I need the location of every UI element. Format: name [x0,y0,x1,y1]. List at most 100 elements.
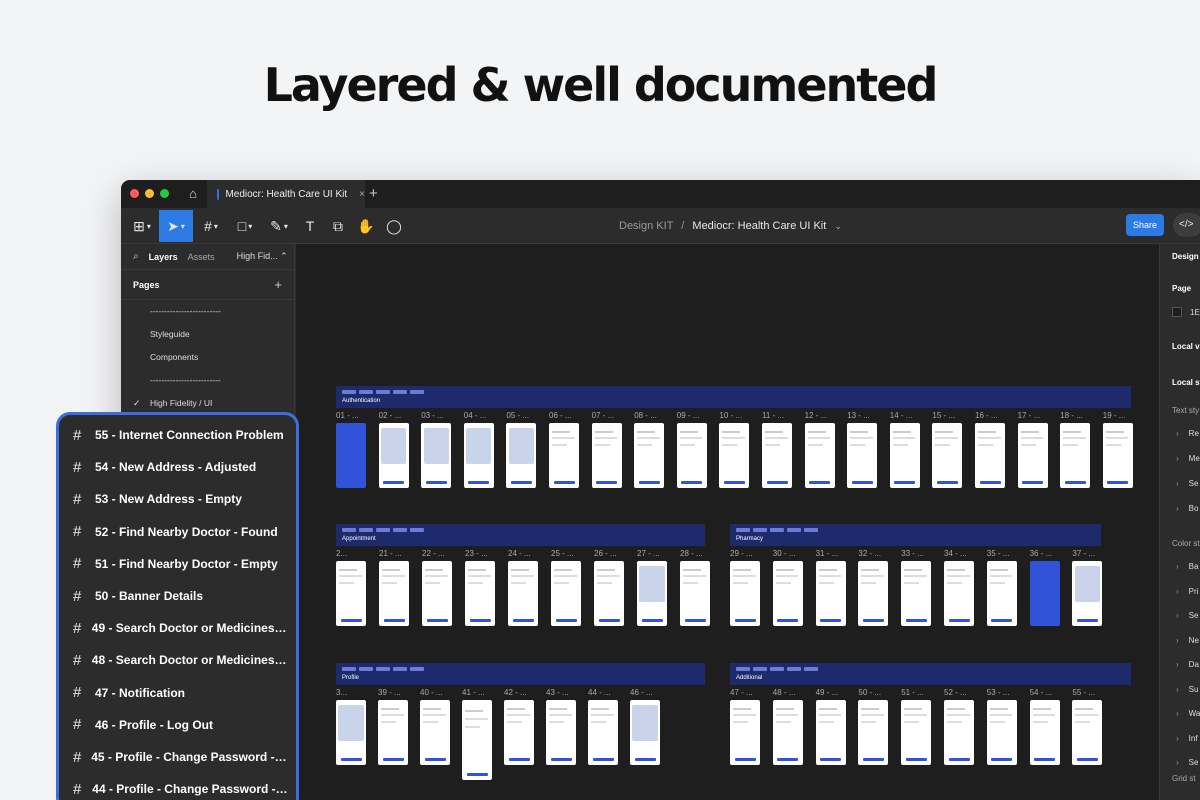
screen-frame[interactable] [421,423,452,488]
screen-frame[interactable] [504,700,534,765]
frame-label[interactable]: 28 - ... [680,549,703,558]
frame-label[interactable]: 10 - ... [719,411,742,420]
screen-frame[interactable] [676,423,707,488]
frame-label[interactable]: 32 - ... [858,549,881,558]
layer-item[interactable]: #53 - New Address - Empty [73,483,288,515]
color-style-item[interactable]: › Inf [1176,734,1198,743]
page-item[interactable]: ------------------------- [121,369,294,392]
local-variables-label[interactable]: Local va [1172,342,1200,351]
screen-frame[interactable] [637,561,667,626]
screen-frame[interactable] [1072,561,1103,626]
screen-frame[interactable] [549,423,579,488]
add-page-icon[interactable]: + [274,277,282,292]
screen-frame[interactable] [630,700,660,765]
page-selector[interactable]: High Fid... ⌃ [237,251,288,262]
tab-design[interactable]: Design [1172,252,1199,261]
frame-label[interactable]: 07 - ... [592,411,615,420]
file-name[interactable]: Mediocr: Health Care UI Kit [692,220,826,232]
chevron-down-icon[interactable]: ⌄ [834,221,842,231]
screen-frame[interactable] [462,700,492,780]
screen-frame[interactable] [901,700,932,765]
color-style-item[interactable]: › Se [1176,611,1198,620]
frame-label[interactable]: 17 - ... [1018,411,1041,420]
tab-layers[interactable]: Layers [149,252,178,262]
text-style-item[interactable]: › Se [1176,479,1198,488]
design-canvas[interactable]: Authentication 01 - ... 02 - ... 03 - ... 04… [296,244,1159,800]
main-menu-icon[interactable]: ⊞ ▾ [129,210,155,242]
pen-tool-icon[interactable]: ✎ ▾ [265,210,293,242]
section-header[interactable]: Additional [730,663,1131,685]
text-style-item[interactable]: › Re [1176,429,1199,438]
screen-frame[interactable] [847,423,878,488]
layer-item[interactable]: #55 - Internet Connection Problem [73,419,288,451]
frame-tool-icon[interactable]: # ▾ [197,210,225,242]
frame-label[interactable]: 33 - ... [901,549,924,558]
color-style-item[interactable]: › Wa [1176,709,1200,718]
screen-frame[interactable] [772,700,803,765]
frame-label[interactable]: 04 - ... [464,411,487,420]
screen-frame[interactable] [858,561,889,626]
screen-frame[interactable] [508,561,538,626]
screen-frame[interactable] [378,700,408,765]
frame-label[interactable]: 25 - ... [551,549,574,558]
frame-label[interactable]: 03 - ... [421,411,444,420]
search-icon[interactable]: ⌕ [133,251,139,262]
shape-tool-icon[interactable]: □ ▾ [231,210,259,242]
section-header[interactable]: Appointment [336,524,705,546]
section-header[interactable]: Authentication [336,386,1131,408]
frame-label[interactable]: 30 - ... [773,549,796,558]
frame-label[interactable]: 24 - ... [508,549,531,558]
frame-label[interactable]: 18 - ... [1060,411,1083,420]
frame-label[interactable]: 41 - ... [462,688,485,697]
screen-frame[interactable] [465,561,495,626]
color-style-item[interactable]: › Su [1176,685,1198,694]
page-color-swatch[interactable] [1172,307,1182,317]
page-item[interactable]: Styleguide [121,323,294,346]
new-tab-button[interactable]: + [369,185,378,202]
screen-frame[interactable] [463,423,494,488]
screen-frame[interactable] [336,561,366,626]
screen-frame[interactable] [680,561,710,626]
frame-label[interactable]: 21 - ... [379,549,402,558]
frame-label[interactable]: 50 - ... [858,688,881,697]
layer-item[interactable]: #52 - Find Nearby Doctor - Found [73,516,288,548]
frame-label[interactable]: 2... [336,549,347,558]
frame-label[interactable]: 06 - ... [549,411,572,420]
frame-label[interactable]: 27 - ... [637,549,660,558]
resources-tool-icon[interactable]: ⧉ [327,210,349,242]
layer-item[interactable]: #47 - Notification [73,677,288,709]
screen-frame[interactable] [422,561,452,626]
frame-label[interactable]: 44 - ... [588,688,611,697]
screen-frame[interactable] [858,700,889,765]
screen-frame[interactable] [594,561,624,626]
screen-frame[interactable] [634,423,665,488]
frame-label[interactable]: 49 - ... [816,688,839,697]
tab-assets[interactable]: Assets [188,252,215,262]
frame-label[interactable]: 54 - ... [1030,688,1053,697]
frame-label[interactable]: 47 - ... [730,688,753,697]
frame-label[interactable]: 52 - ... [944,688,967,697]
page-item[interactable]: Components [121,346,294,369]
layer-item[interactable]: #45 - Profile - Change Password - Adjust… [73,741,288,773]
screen-frame[interactable] [719,423,750,488]
comment-tool-icon[interactable]: ◯ [383,210,405,242]
screen-frame[interactable] [379,561,409,626]
frame-label[interactable]: 53 - ... [987,688,1010,697]
screen-frame[interactable] [546,700,576,765]
screen-frame[interactable] [378,423,409,488]
frame-label[interactable]: 26 - ... [594,549,617,558]
frame-label[interactable]: 35 - ... [987,549,1010,558]
screen-frame[interactable] [591,423,622,488]
page-color-value[interactable]: 1E1 [1190,308,1200,317]
screen-frame[interactable] [932,423,963,488]
screen-frame[interactable] [1029,561,1060,626]
text-style-item[interactable]: › Bo [1176,504,1198,513]
screen-frame[interactable] [1029,700,1060,765]
color-style-item[interactable]: › Ne [1176,636,1199,645]
screen-frame[interactable] [1017,423,1048,488]
screen-frame[interactable] [986,700,1017,765]
frame-label[interactable]: 19 - ... [1103,411,1126,420]
frame-label[interactable]: 36 - ... [1030,549,1053,558]
move-tool-icon[interactable]: ➤ ▾ [159,210,193,242]
frame-label[interactable]: 34 - ... [944,549,967,558]
